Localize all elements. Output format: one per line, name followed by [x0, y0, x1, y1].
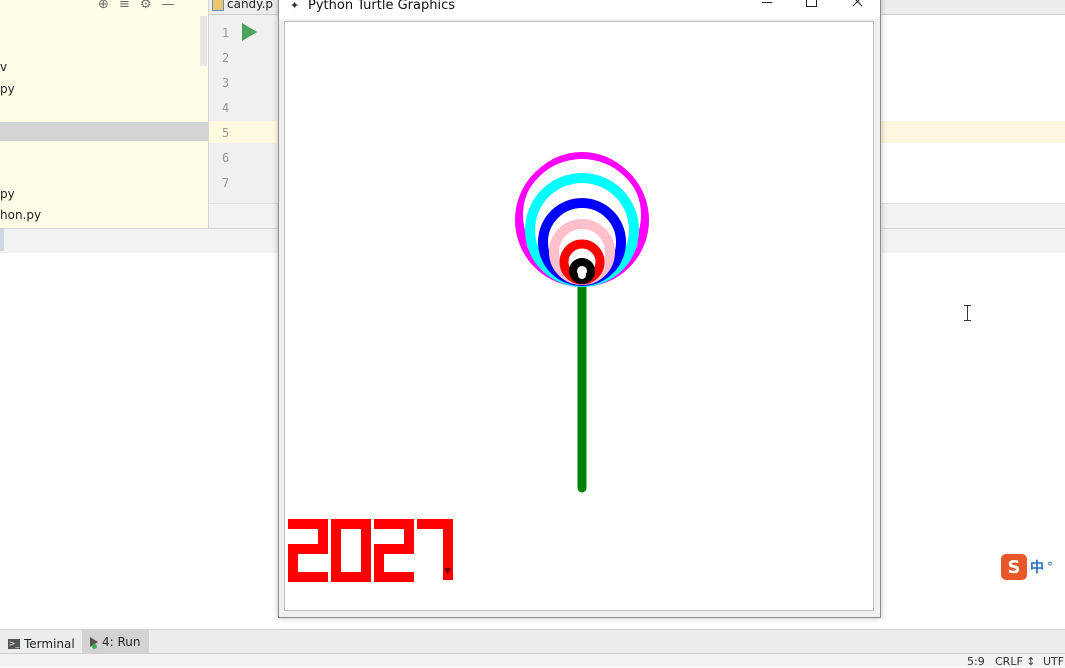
line-number: 3	[222, 76, 230, 90]
status-bar: 5:9 CRLF ↕ UTF	[0, 653, 1065, 668]
gear-icon[interactable]: ⚙	[140, 0, 152, 11]
project-selected-row[interactable]	[0, 122, 208, 141]
maximize-button[interactable]	[801, 0, 821, 12]
line-number: 7	[222, 176, 230, 190]
run-tab-label: 4: Run	[102, 635, 141, 649]
caret-line-highlight	[880, 121, 1065, 143]
run-panel-side-strip	[0, 229, 4, 251]
digit-2	[374, 519, 414, 582]
caret-position[interactable]: 5:9	[967, 655, 985, 668]
minimize-button[interactable]	[757, 0, 777, 12]
project-item[interactable]: py	[0, 187, 15, 201]
project-item[interactable]: v	[0, 60, 7, 74]
line-number: 2	[222, 51, 230, 65]
candy-center	[578, 271, 586, 279]
turtle-canvas[interactable]	[284, 21, 874, 611]
run-icon	[90, 637, 98, 649]
collapse-icon[interactable]: ≡	[119, 0, 130, 11]
terminal-tab[interactable]: >_ Terminal	[0, 634, 83, 654]
close-button[interactable]	[847, 0, 867, 12]
project-panel: ⊕ ≡ ⚙ — v py py hon.py	[0, 0, 209, 228]
python-file-icon	[212, 0, 224, 11]
locate-icon[interactable]: ⊕	[98, 0, 109, 11]
turtle-window[interactable]: ✦ Python Turtle Graphics	[278, 0, 881, 618]
turtle-window-titlebar[interactable]: ✦ Python Turtle Graphics	[279, 0, 880, 19]
terminal-icon: >_	[8, 639, 20, 649]
project-item[interactable]: hon.py	[0, 208, 41, 222]
feather-icon: ✦	[290, 0, 300, 12]
ime-mode: 中	[1030, 560, 1044, 576]
minimize-icon[interactable]: —	[161, 0, 174, 11]
project-toolbar: ⊕ ≡ ⚙ —	[98, 0, 174, 12]
run-tab[interactable]: 4: Run	[82, 630, 149, 654]
terminal-tab-label: Terminal	[24, 637, 75, 651]
file-encoding[interactable]: UTF	[1043, 655, 1064, 668]
line-number: 5	[222, 126, 230, 140]
turtle-window-title: Python Turtle Graphics	[308, 0, 455, 13]
caret-line-highlight	[209, 121, 277, 143]
ime-indicator[interactable]: S 中 °	[1001, 554, 1053, 580]
text-cursor-icon	[964, 305, 971, 321]
running-dot-icon	[92, 644, 97, 649]
tool-window-bar: >_ Terminal 4: Run	[0, 629, 1065, 654]
year-digits	[288, 519, 453, 582]
ime-punct: °	[1047, 560, 1053, 574]
sogou-logo-icon: S	[1001, 554, 1027, 580]
editor-tab-label: candy.p	[227, 0, 273, 11]
line-number: 1	[222, 26, 230, 40]
digit-0	[331, 519, 371, 582]
digit-7	[417, 519, 453, 580]
project-scrollbar[interactable]	[200, 16, 207, 66]
line-number: 4	[222, 101, 230, 115]
digit-2	[288, 519, 328, 582]
editor-gutter	[209, 15, 277, 203]
run-arrow-icon[interactable]	[242, 23, 257, 41]
editor-tab[interactable]: candy.p	[212, 0, 273, 11]
turtle-drawing	[288, 152, 649, 582]
line-number: 6	[222, 151, 230, 165]
line-separator[interactable]: CRLF ↕	[995, 655, 1036, 668]
project-item[interactable]: py	[0, 82, 15, 96]
